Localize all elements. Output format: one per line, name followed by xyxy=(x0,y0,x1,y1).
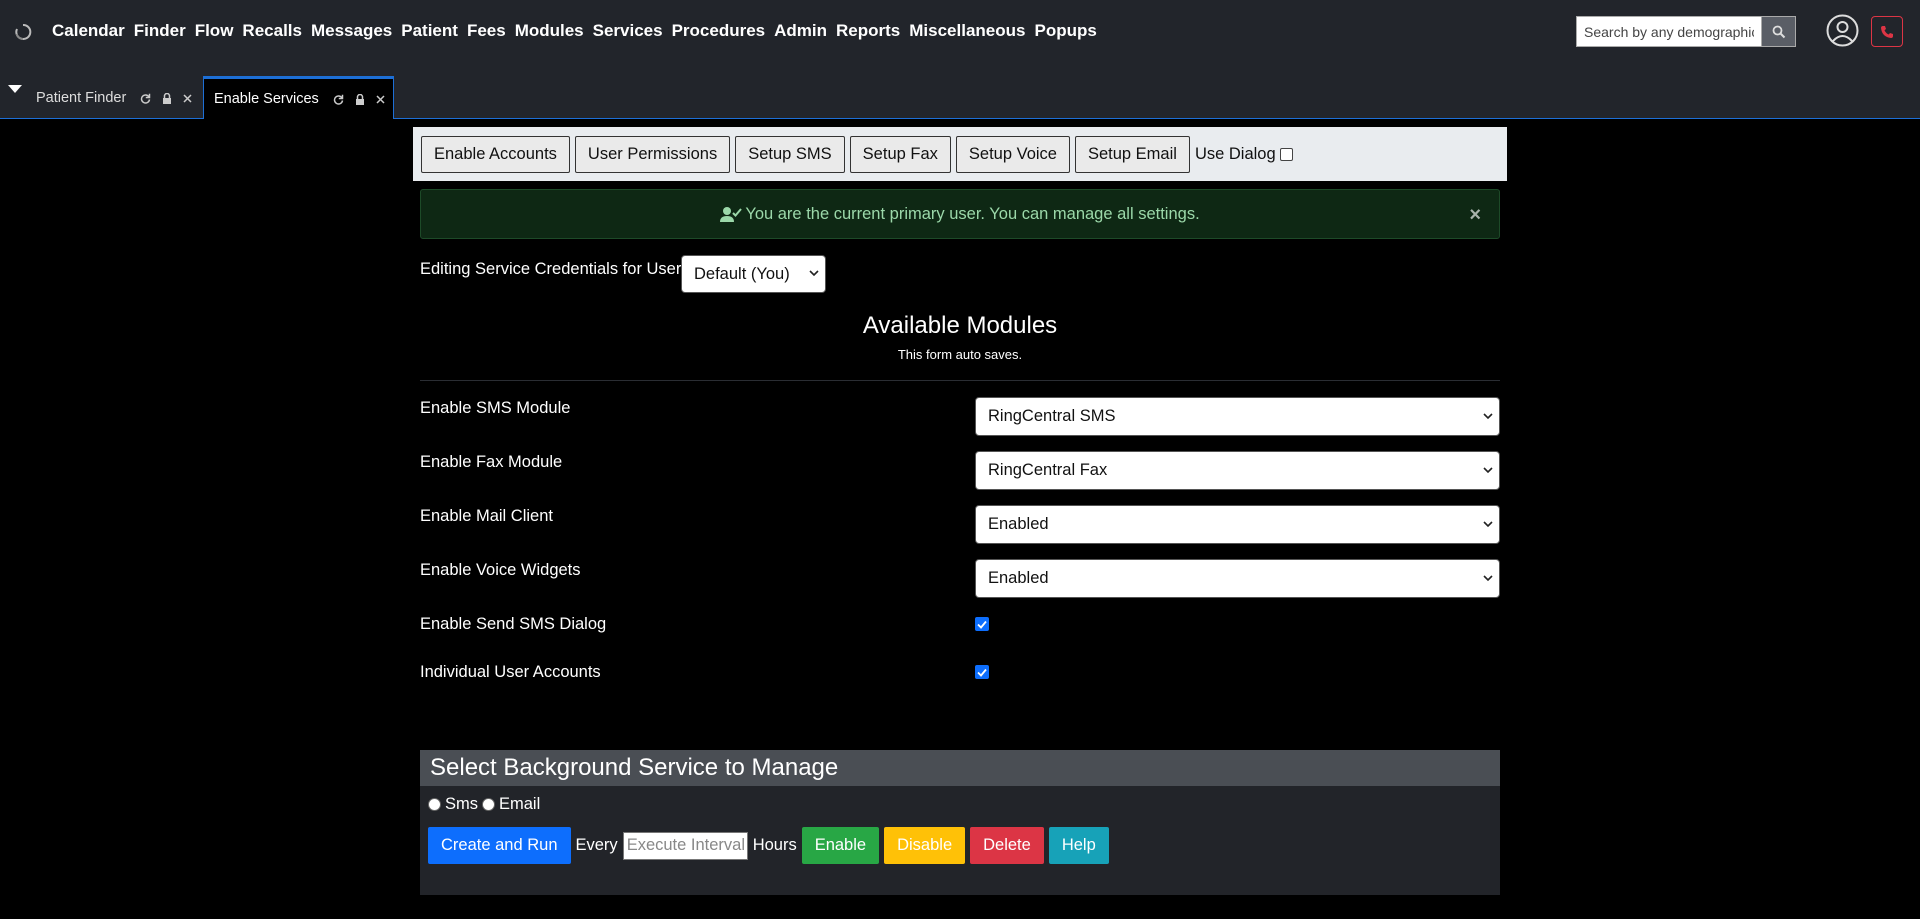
search-icon xyxy=(1772,25,1785,38)
chevron-down-icon xyxy=(809,270,819,277)
help-button[interactable]: Help xyxy=(1048,827,1109,864)
setup-voice-button[interactable]: Setup Voice xyxy=(955,135,1070,173)
delete-button[interactable]: Delete xyxy=(970,827,1044,864)
caret-down-icon[interactable] xyxy=(7,84,23,94)
fax-module-select[interactable]: RingCentral Fax xyxy=(975,451,1500,490)
chevron-down-icon xyxy=(1483,575,1493,582)
available-modules-title: Available Modules xyxy=(862,312,1058,339)
section-divider xyxy=(420,380,1500,381)
fax-module-value: RingCentral Fax xyxy=(988,461,1108,479)
checkmark-icon xyxy=(977,668,987,677)
refresh-icon[interactable] xyxy=(140,93,151,104)
sms-radio[interactable] xyxy=(428,798,441,811)
phone-icon xyxy=(1881,25,1893,38)
primary-user-alert: You are the current primary user. You ca… xyxy=(420,189,1500,239)
individual-accounts-checkbox[interactable] xyxy=(975,665,989,679)
alert-text: You are the current primary user. You ca… xyxy=(745,204,1200,223)
menu-flow[interactable]: Flow xyxy=(195,21,234,41)
send-sms-dialog-label: Enable Send SMS Dialog xyxy=(420,615,607,633)
close-tab-icon[interactable] xyxy=(183,93,192,103)
use-dialog-label: Use Dialog xyxy=(1194,144,1276,163)
menu-reports[interactable]: Reports xyxy=(836,21,900,41)
close-alert-button[interactable]: × xyxy=(1469,204,1481,227)
chevron-down-icon xyxy=(1483,467,1493,474)
fax-module-label: Enable Fax Module xyxy=(420,453,563,471)
sms-module-select[interactable]: RingCentral SMS xyxy=(975,397,1500,436)
lock-icon[interactable] xyxy=(355,93,365,105)
services-toolbar: Enable Accounts User Permissions Setup S… xyxy=(413,127,1507,181)
hours-label: Hours xyxy=(752,836,797,854)
menu-popups[interactable]: Popups xyxy=(1034,21,1096,41)
menu-finder[interactable]: Finder xyxy=(134,21,186,41)
setup-sms-button[interactable]: Setup SMS xyxy=(735,135,845,173)
patient-search-input[interactable] xyxy=(1576,16,1761,47)
sms-radio-label: Sms xyxy=(445,795,478,813)
selected-user: Default (You) xyxy=(694,264,790,283)
send-sms-dialog-checkbox[interactable] xyxy=(975,617,989,631)
email-radio-label: Email xyxy=(499,795,541,813)
create-and-run-button[interactable]: Create and Run xyxy=(428,827,571,864)
openemr-logo-icon[interactable] xyxy=(14,23,32,41)
mail-client-value: Enabled xyxy=(988,515,1049,533)
checkmark-icon xyxy=(977,620,987,629)
background-service-title: Select Background Service to Manage xyxy=(420,750,1500,786)
patient-search xyxy=(1576,16,1796,47)
main-menu: Calendar Finder Flow Recalls Messages Pa… xyxy=(52,21,1106,41)
lock-icon[interactable] xyxy=(162,92,172,104)
service-type-radios: Sms Email xyxy=(428,795,540,814)
menu-patient[interactable]: Patient xyxy=(401,21,458,41)
sms-module-label: Enable SMS Module xyxy=(420,399,571,417)
refresh-icon[interactable] xyxy=(333,94,344,105)
menu-fees[interactable]: Fees xyxy=(467,21,506,41)
menu-miscellaneous[interactable]: Miscellaneous xyxy=(909,21,1025,41)
user-circle-icon[interactable] xyxy=(1826,14,1859,47)
tab-enable-services[interactable]: Enable Services xyxy=(203,76,394,119)
menu-services[interactable]: Services xyxy=(593,21,663,41)
voice-widgets-select[interactable]: Enabled xyxy=(975,559,1500,598)
menu-calendar[interactable]: Calendar xyxy=(52,21,125,41)
mail-client-select[interactable]: Enabled xyxy=(975,505,1500,544)
execute-interval-input[interactable] xyxy=(622,831,748,860)
menu-recalls[interactable]: Recalls xyxy=(242,21,302,41)
voice-widgets-label: Enable Voice Widgets xyxy=(420,561,581,579)
close-tab-icon[interactable] xyxy=(376,94,385,104)
tab-patient-finder[interactable]: Patient Finder xyxy=(26,77,203,119)
chevron-down-icon xyxy=(1483,413,1493,420)
service-controls: Create and Run Every Hours Enable Disabl… xyxy=(428,827,1114,864)
individual-accounts-label: Individual User Accounts xyxy=(420,663,601,681)
tab-label: Patient Finder xyxy=(36,90,127,106)
auto-save-note: This form auto saves. xyxy=(897,347,1023,362)
menu-admin[interactable]: Admin xyxy=(774,21,827,41)
enable-button[interactable]: Enable xyxy=(801,827,880,864)
menu-messages[interactable]: Messages xyxy=(311,21,392,41)
search-button[interactable] xyxy=(1761,16,1796,47)
email-radio[interactable] xyxy=(482,798,495,811)
every-label: Every xyxy=(575,836,618,854)
use-dialog-checkbox[interactable] xyxy=(1279,147,1293,161)
top-navbar: Calendar Finder Flow Recalls Messages Pa… xyxy=(0,0,1920,63)
setup-fax-button[interactable]: Setup Fax xyxy=(849,135,951,173)
credential-user-select[interactable]: Default (You) xyxy=(681,255,826,293)
use-dialog-toggle: Use Dialog xyxy=(1195,145,1293,164)
voice-widgets-value: Enabled xyxy=(988,569,1049,587)
enable-accounts-button[interactable]: Enable Accounts xyxy=(421,135,570,173)
background-service-panel: Select Background Service to Manage Sms … xyxy=(420,750,1500,895)
tab-label: Enable Services xyxy=(214,91,319,107)
sms-module-value: RingCentral SMS xyxy=(988,407,1116,425)
chevron-down-icon xyxy=(1483,521,1493,528)
phone-button[interactable] xyxy=(1871,16,1903,47)
mail-client-label: Enable Mail Client xyxy=(420,507,553,525)
disable-button[interactable]: Disable xyxy=(884,827,966,864)
user-permissions-button[interactable]: User Permissions xyxy=(574,135,731,173)
user-check-icon xyxy=(720,206,743,222)
menu-procedures[interactable]: Procedures xyxy=(672,21,766,41)
editing-credentials-label: Editing Service Credentials for User xyxy=(420,260,682,278)
setup-email-button[interactable]: Setup Email xyxy=(1074,135,1190,173)
menu-modules[interactable]: Modules xyxy=(515,21,584,41)
tab-bar: Patient Finder Enable Services xyxy=(0,63,1920,119)
